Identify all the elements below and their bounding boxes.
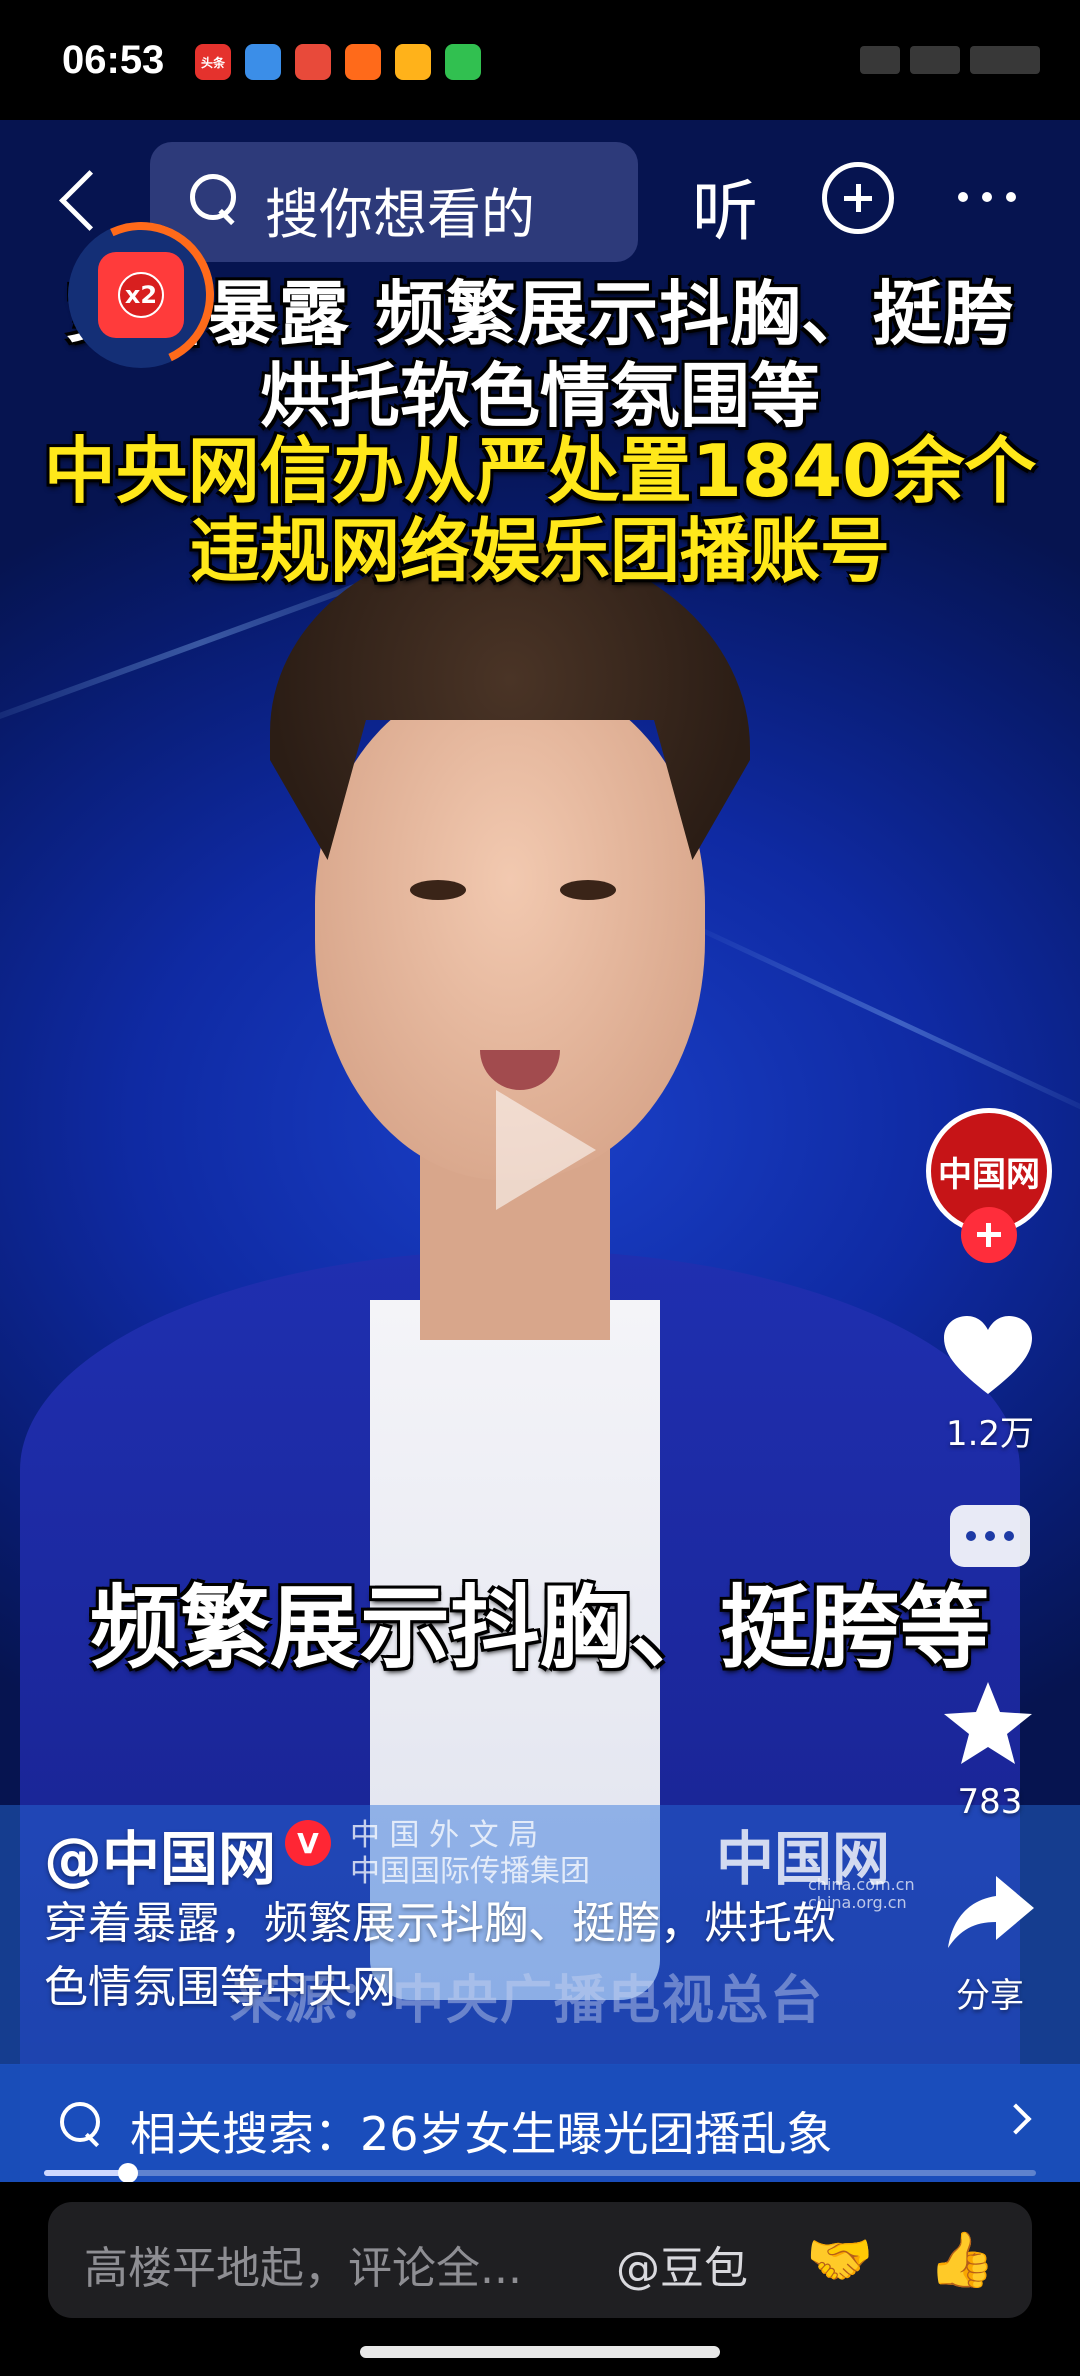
weather-app-icon <box>245 44 281 80</box>
search-icon <box>190 174 238 222</box>
listen-button[interactable]: 听 <box>692 158 758 254</box>
share-label[interactable]: 分享 <box>900 1968 1080 2017</box>
comment-input[interactable]: 高楼平地起，评论全... @豆包 🤝 👍 <box>48 2202 1032 2318</box>
comment-icon[interactable] <box>950 1505 1030 1567</box>
verified-badge: V <box>285 1820 331 1866</box>
favorite-count: 783 <box>957 1782 1023 1822</box>
handshake-emoji-icon[interactable]: 🤝 <box>806 2228 873 2292</box>
video-subtitle: 频繁展示抖胸、挺胯等 <box>90 1576 990 1681</box>
notification-icons: 头条 <box>195 44 481 80</box>
search-icon <box>60 2102 104 2146</box>
search-placeholder: 搜你想看的 <box>265 183 535 246</box>
chevron-right-icon <box>1000 2103 1032 2135</box>
more-dot-icon <box>958 192 968 202</box>
comment-dot-icon <box>966 1531 976 1541</box>
video-progress-bar[interactable] <box>44 2163 1036 2183</box>
message-app-icon <box>445 44 481 80</box>
mention-doubao-button[interactable]: @豆包 <box>616 2232 748 2296</box>
status-bar: 06:53 头条 <box>0 0 1080 120</box>
publisher-watermark: 中 国 外 文 局 中国国际传播集团 <box>350 1818 590 1890</box>
search-bar[interactable]: 搜你想看的 <box>150 142 638 262</box>
author-name[interactable]: @中国网 <box>44 1812 276 1896</box>
like-heart-icon[interactable] <box>940 1312 1036 1398</box>
watermark-line-2: 中国国际传播集团 <box>350 1854 590 1889</box>
reward-timer-badge[interactable]: x2 <box>47 201 235 389</box>
wifi-icon <box>910 46 960 74</box>
back-button[interactable] <box>50 165 110 235</box>
headline-caption-4: 违规网络娱乐团播账号 <box>190 510 890 592</box>
toutiao-app-icon: 头条 <box>195 44 231 80</box>
game-app-icon <box>295 44 331 80</box>
more-dot-icon <box>1006 192 1016 202</box>
watermark-line-1: 中 国 外 文 局 <box>350 1818 539 1853</box>
video-progress-fill <box>44 2170 129 2176</box>
add-button[interactable] <box>822 162 894 234</box>
comment-dot-icon <box>1004 1531 1014 1541</box>
play-icon[interactable] <box>496 1090 596 1210</box>
related-search-label: 相关搜索：26岁女生曝光团播乱象 <box>130 2107 833 2161</box>
favorite-star-icon[interactable] <box>940 1680 1036 1766</box>
more-button[interactable] <box>958 192 1016 202</box>
home-indicator[interactable] <box>360 2346 720 2358</box>
screen: 06:53 头条 穿着暴露 频繁展示抖胸、挺胯 烘托软色情氛围等 中央网信办从严… <box>0 0 1080 2376</box>
thumbs-up-emoji-icon[interactable]: 👍 <box>928 2228 995 2292</box>
status-time: 06:53 <box>62 38 165 82</box>
share-arrow-icon[interactable] <box>946 1872 1036 1952</box>
post-description[interactable]: 穿着暴露，频繁展示抖胸、挺胯，烘托软色情氛围等中央网 <box>44 1892 844 2020</box>
shop-app-icon <box>345 44 381 80</box>
anchor-eye-left <box>410 880 466 900</box>
comment-dot-icon <box>985 1531 995 1541</box>
related-search-bar[interactable]: 相关搜索：26岁女生曝光团播乱象 <box>0 2064 1080 2182</box>
red-packet-icon: x2 <box>98 252 184 338</box>
comment-placeholder: 高楼平地起，评论全... <box>84 2243 522 2294</box>
background-beam <box>672 914 1080 1131</box>
comment-bar: 高楼平地起，评论全... @豆包 🤝 👍 <box>0 2182 1080 2376</box>
anchor-eye-right <box>560 880 616 900</box>
like-count: 1.2万 <box>945 1414 1035 1454</box>
video-app-icon <box>395 44 431 80</box>
more-dot-icon <box>982 192 992 202</box>
follow-plus-button[interactable] <box>961 1207 1017 1263</box>
signal-icon <box>860 46 900 74</box>
multiplier-label: x2 <box>118 272 164 318</box>
battery-icon <box>970 46 1040 74</box>
status-indicators <box>820 40 1040 80</box>
